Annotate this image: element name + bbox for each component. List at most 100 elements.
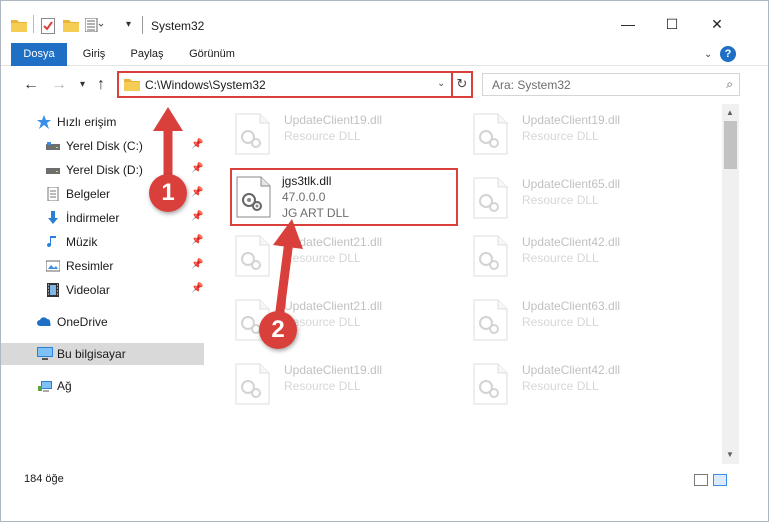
sidebar-item-label: Videolar: [66, 283, 110, 297]
cloud-icon: [37, 315, 51, 329]
drive-icon: [46, 163, 60, 177]
tab-file[interactable]: Dosya: [11, 43, 67, 66]
title-separator: [142, 16, 143, 34]
large-icons-view-icon[interactable]: [713, 474, 727, 486]
dll-file-icon: [472, 299, 508, 341]
search-icon: ⌕: [726, 77, 733, 91]
view-options-icon[interactable]: [84, 17, 105, 35]
sidebar-item-label: İndirmeler: [66, 211, 120, 225]
title-bar: ▾ System32 — ☐ ✕: [1, 1, 768, 43]
pin-icon[interactable]: 📌: [191, 211, 203, 222]
sidebar-item-label: Yerel Disk (C:): [66, 139, 143, 153]
file-tile-highlighted[interactable]: jgs3tlk.dll 47.0.0.0 JG ART DLL: [230, 168, 458, 226]
scroll-down-icon[interactable]: ▼: [726, 450, 734, 459]
file-list: UpdateClient19.dll Resource DLL jgs3tlk.…: [206, 104, 722, 464]
step-badge-2: 2: [259, 311, 297, 349]
documents-icon: [46, 186, 60, 202]
scroll-thumb[interactable]: [724, 121, 737, 169]
pictures-icon: [45, 259, 61, 273]
vertical-scrollbar[interactable]: ▲ ▼: [722, 104, 739, 464]
address-path[interactable]: C:\Windows\System32: [145, 78, 266, 92]
file-tile[interactable]: UpdateClient19.dll Resource DLL: [210, 354, 440, 412]
pin-icon[interactable]: 📌: [191, 139, 203, 150]
file-name: UpdateClient19.dll: [522, 113, 621, 127]
sidebar-item-label: Belgeler: [66, 187, 111, 201]
file-name: jgs3tlk.dll: [282, 174, 332, 188]
explorer-window: ▾ System32 — ☐ ✕ Dosya Giriş Paylaş Görü…: [0, 0, 769, 522]
file-tile[interactable]: UpdateClient42.dll Resource DLL: [448, 354, 678, 412]
file-name: UpdateClient42.dll: [522, 235, 621, 249]
new-folder-icon[interactable]: [63, 18, 79, 35]
sidebar-item-onedrive[interactable]: OneDrive: [1, 311, 204, 333]
minimize-button[interactable]: —: [613, 11, 643, 37]
pin-icon[interactable]: 📌: [191, 259, 203, 270]
file-tile[interactable]: UpdateClient42.dll Resource DLL: [448, 226, 678, 284]
sidebar-item-local-disk-c[interactable]: Yerel Disk (C:) 📌: [1, 135, 204, 157]
file-name: UpdateClient21.dll: [284, 235, 383, 249]
sidebar-item-music[interactable]: Müzik 📌: [1, 231, 204, 253]
help-icon[interactable]: ?: [720, 46, 736, 62]
sidebar-item-this-pc[interactable]: Bu bilgisayar: [1, 343, 204, 365]
tab-share[interactable]: Paylaş: [125, 43, 169, 66]
file-description: JG ART DLL: [282, 206, 349, 220]
sidebar-item-label: Ağ: [57, 379, 72, 393]
search-input[interactable]: [483, 74, 703, 95]
sidebar-item-network[interactable]: Ağ: [1, 375, 204, 397]
file-tile[interactable]: UpdateClient21.dll Resource DLL: [210, 290, 440, 348]
ribbon: Dosya Giriş Paylaş Görünüm ⌄ ?: [1, 43, 768, 66]
close-button[interactable]: ✕: [702, 11, 732, 37]
expand-ribbon-icon[interactable]: ⌄: [704, 49, 712, 60]
customize-toolbar-icon[interactable]: ▾: [126, 19, 131, 30]
file-type: Resource DLL: [522, 315, 599, 329]
sidebar-item-pictures[interactable]: Resimler 📌: [1, 255, 204, 277]
dll-file-icon: [472, 363, 508, 405]
file-type: Resource DLL: [522, 251, 599, 265]
file-tile[interactable]: UpdateClient19.dll Resource DLL: [210, 104, 440, 162]
file-tile[interactable]: UpdateClient21.dll Resource DLL: [210, 226, 440, 284]
pin-icon[interactable]: 📌: [191, 283, 203, 294]
search-box[interactable]: ⌕: [482, 73, 740, 96]
properties-icon[interactable]: [41, 18, 55, 37]
forward-arrow-icon[interactable]: →: [51, 76, 67, 94]
dll-file-icon: [472, 177, 508, 219]
tab-home[interactable]: Giriş: [73, 43, 115, 66]
file-tile[interactable]: UpdateClient19.dll Resource DLL: [448, 104, 678, 162]
address-dropdown-icon[interactable]: ⌄: [437, 78, 445, 89]
back-arrow-icon[interactable]: ←: [23, 76, 39, 94]
file-type: Resource DLL: [522, 379, 599, 393]
sidebar-item-label: Resimler: [66, 259, 114, 273]
navigation-bar: ← → ▾ ↑ C:\Windows\System32 ⌄ ↻ ⌕: [1, 66, 768, 104]
tab-view[interactable]: Görünüm: [181, 43, 243, 66]
file-tile[interactable]: UpdateClient65.dll Resource DLL: [448, 168, 678, 226]
details-view-icon[interactable]: [694, 474, 708, 486]
up-arrow-icon[interactable]: ↑: [97, 76, 105, 94]
recent-locations-icon[interactable]: ▾: [80, 79, 85, 90]
drive-icon: [46, 139, 60, 153]
sidebar-item-label: Yerel Disk (D:): [66, 163, 143, 177]
folder-icon: [124, 78, 140, 94]
pin-icon[interactable]: 📌: [191, 163, 203, 174]
file-type: Resource DLL: [284, 251, 361, 265]
pin-icon[interactable]: 📌: [191, 187, 203, 198]
dll-file-icon: [234, 113, 270, 155]
file-type: Resource DLL: [284, 129, 361, 143]
dll-file-icon: [472, 235, 508, 277]
maximize-button[interactable]: ☐: [657, 11, 687, 37]
file-version: 47.0.0.0: [282, 190, 326, 204]
dll-file-icon: [234, 363, 270, 405]
file-name: UpdateClient19.dll: [284, 113, 383, 127]
sidebar-item-videos[interactable]: Videolar 📌: [1, 279, 204, 301]
file-type: Resource DLL: [522, 129, 599, 143]
star-icon: [37, 115, 51, 129]
address-bar[interactable]: C:\Windows\System32 ⌄ ↻: [117, 71, 473, 98]
pin-icon[interactable]: 📌: [191, 235, 203, 246]
file-type: Resource DLL: [522, 193, 599, 207]
refresh-icon[interactable]: ↻: [451, 73, 471, 96]
scroll-up-icon[interactable]: ▲: [726, 108, 734, 117]
step-badge-1: 1: [149, 174, 187, 212]
file-tile[interactable]: UpdateClient63.dll Resource DLL: [448, 290, 678, 348]
sidebar-item-quick-access[interactable]: Hızlı erişim: [1, 111, 204, 133]
download-icon: [46, 211, 60, 225]
video-icon: [46, 283, 60, 297]
sidebar-item-label: Müzik: [66, 235, 98, 249]
